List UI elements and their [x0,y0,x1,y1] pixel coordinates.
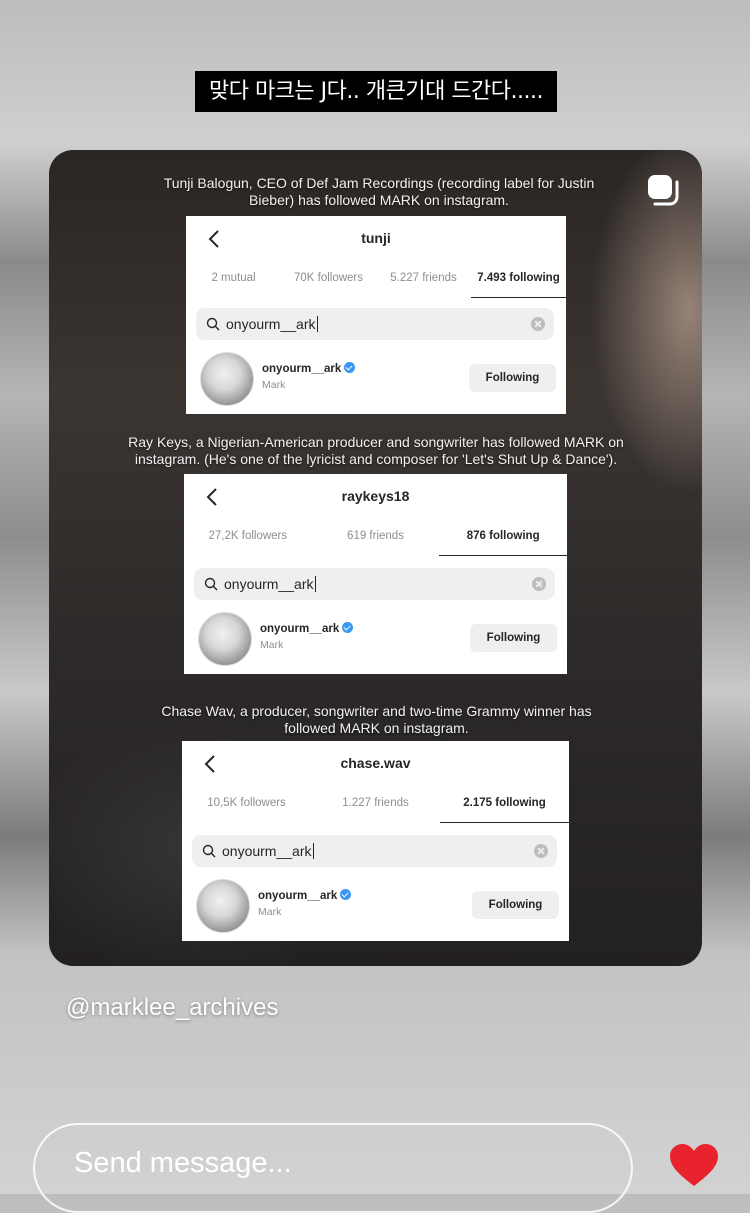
tab-followers[interactable]: 10,5K followers [182,793,311,823]
verified-badge-icon [342,622,354,633]
result-display-name: Mark [258,906,282,918]
verified-badge-icon [340,889,352,900]
search-query: onyourm__ark [222,843,312,859]
repost-icon[interactable] [646,173,680,207]
tab-friends[interactable]: 5.227 friends [376,268,471,298]
result-handle: onyourm__ark [262,362,356,375]
search-query: onyourm__ark [224,576,314,592]
profile-tabs: 10,5K followers 1.227 friends 2.175 foll… [182,793,569,823]
profile-tabs: 2 mutual 70K followers 5.227 friends 7.4… [186,268,566,298]
result-display-name: Mark [260,639,284,651]
text-cursor [314,576,316,592]
list-item[interactable]: onyourm__ark Mark Following [196,879,559,933]
avatar [200,352,254,406]
tab-following[interactable]: 7.493 following [471,268,566,298]
shared-post-card[interactable]: Tunji Balogun, CEO of Def Jam Recordings… [49,150,702,966]
heart-icon[interactable] [668,1142,720,1188]
text-cursor [316,316,318,332]
clear-icon[interactable] [534,844,548,858]
tab-friends[interactable]: 1.227 friends [311,793,440,823]
search-input[interactable]: onyourm__ark [194,568,555,600]
search-icon [202,844,216,858]
list-item[interactable]: onyourm__ark Mark Following [198,612,557,666]
story-credit: @marklee_archives [66,994,279,1021]
clear-icon[interactable] [532,577,546,591]
profile-username: raykeys18 [341,488,410,504]
send-message-placeholder: Send message... [74,1147,292,1179]
clear-icon[interactable] [531,317,545,331]
profile-username: chase.wav [340,755,411,771]
post-note-2: Ray Keys, a Nigerian-American producer a… [128,434,624,467]
search-icon [206,317,220,331]
search-input[interactable]: onyourm__ark [196,308,554,340]
post-note-1: Tunji Balogun, CEO of Def Jam Recordings… [163,175,595,208]
tab-friends[interactable]: 619 friends [312,526,440,556]
tab-followers[interactable]: 70K followers [281,268,376,298]
result-handle: onyourm__ark [260,622,354,635]
following-button[interactable]: Following [470,624,557,652]
text-cursor [312,843,314,859]
avatar [196,879,250,933]
profile-panel-raykeys18: raykeys18 27,2K followers 619 friends 87… [184,474,567,674]
tab-following[interactable]: 876 following [439,526,567,556]
avatar [198,612,252,666]
result-handle: onyourm__ark [258,889,352,902]
profile-tabs: 27,2K followers 619 friends 876 followin… [184,526,567,556]
profile-panel-tunji: tunji 2 mutual 70K followers 5.227 frien… [186,216,566,414]
tab-following[interactable]: 2.175 following [440,793,569,823]
verified-badge-icon [344,362,356,373]
result-display-name: Mark [262,379,286,391]
search-query: onyourm__ark [226,316,316,332]
story-caption: 맞다 마크는 J다.. 개큰기대 드간다..... [195,71,557,112]
following-button[interactable]: Following [469,364,556,392]
profile-panel-chase-wav: chase.wav 10,5K followers 1.227 friends … [182,741,569,941]
search-icon [204,577,218,591]
profile-username: tunji [361,230,391,246]
tab-mutual[interactable]: 2 mutual [186,268,281,298]
post-note-3: Chase Wav, a producer, songwriter and tw… [161,703,592,736]
tab-followers[interactable]: 27,2K followers [184,526,312,556]
list-item[interactable]: onyourm__ark Mark Following [200,352,556,406]
search-input[interactable]: onyourm__ark [192,835,557,867]
following-button[interactable]: Following [472,891,559,919]
